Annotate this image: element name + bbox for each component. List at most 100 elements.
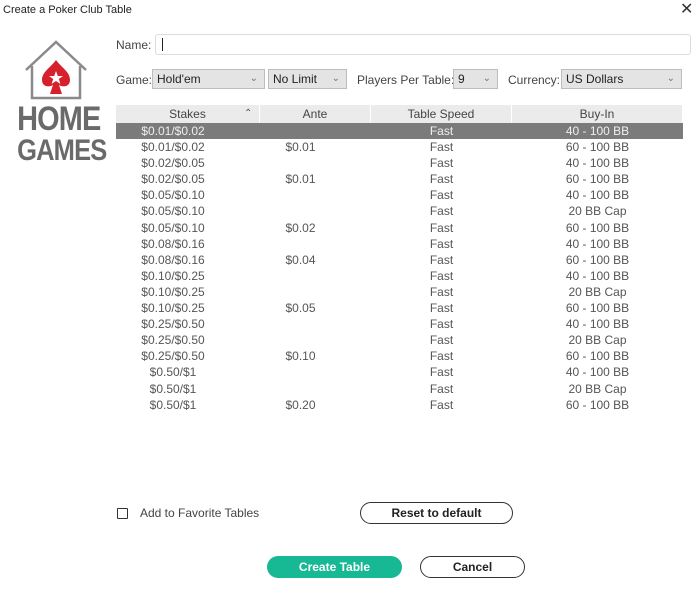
stakes-cell: $0.50/$1: [149, 365, 197, 380]
table-row[interactable]: $0.02/$0.05 Fast 40 - 100 BB: [116, 155, 683, 171]
ante-cell: $0.01: [285, 172, 316, 187]
ante-cell: [260, 268, 371, 284]
table-row[interactable]: $0.50/$1 $0.20 Fast 60 - 100 BB: [116, 397, 683, 413]
buy-in-cell: 40 - 100 BB: [565, 156, 630, 171]
stakes-cell: $0.25/$0.50: [141, 333, 205, 348]
buy-in-cell: 20 BB Cap: [568, 381, 627, 396]
limit-select[interactable]: No Limit ⌄: [268, 69, 347, 89]
table-speed-cell: Fast: [429, 284, 454, 299]
ante-cell: $0.01: [285, 140, 316, 155]
ante-cell: [260, 236, 371, 252]
buy-in-cell: 40 - 100 BB: [565, 188, 630, 203]
table-speed-cell: Fast: [429, 365, 454, 380]
ante-cell: [260, 155, 371, 171]
ante-cell: $0.20: [285, 397, 316, 412]
game-select[interactable]: Hold'em ⌄: [152, 69, 265, 89]
house-spade-icon: [25, 40, 87, 100]
stakes-cell: $0.02/$0.05: [141, 156, 205, 171]
table-row[interactable]: $0.01/$0.02 $0.01 Fast 60 - 100 BB: [116, 139, 683, 155]
buy-in-cell: 40 - 100 BB: [565, 124, 630, 138]
game-label: Game:: [116, 73, 153, 87]
reset-to-default-button[interactable]: Reset to default: [360, 502, 513, 524]
stakes-cell: $0.08/$0.16: [141, 236, 205, 251]
table-speed-cell: Fast: [429, 140, 454, 155]
table-speed-cell: Fast: [429, 333, 454, 348]
table-speed-cell: Fast: [429, 236, 454, 251]
ante-cell: $0.05: [285, 301, 316, 316]
ante-cell: [260, 316, 371, 332]
table-speed-cell: Fast: [429, 301, 454, 316]
ante-cell: [260, 381, 371, 397]
table-row[interactable]: $0.02/$0.05 $0.01 Fast 60 - 100 BB: [116, 171, 683, 187]
table-row[interactable]: $0.01/$0.02 Fast 40 - 100 BB: [116, 123, 683, 140]
sort-ascending-icon: ⌃: [244, 108, 253, 119]
ante-cell: [260, 364, 371, 380]
ante-cell: $0.10: [285, 349, 316, 364]
close-icon[interactable]: ✕: [680, 2, 693, 18]
table-row[interactable]: $0.50/$1 Fast 20 BB Cap: [116, 381, 683, 397]
buy-in-cell: 60 - 100 BB: [565, 140, 630, 155]
stakes-cell: $0.50/$1: [149, 381, 197, 396]
name-input[interactable]: [155, 34, 691, 55]
cancel-button[interactable]: Cancel: [420, 556, 525, 578]
table-row[interactable]: $0.05/$0.10 $0.02 Fast 60 - 100 BB: [116, 220, 683, 236]
column-header-ante[interactable]: Ante: [260, 105, 371, 123]
currency-select[interactable]: US Dollars ⌄: [561, 69, 682, 89]
column-header-label: Stakes: [169, 107, 206, 121]
table-row[interactable]: $0.10/$0.25 Fast 20 BB Cap: [116, 284, 683, 300]
table-row[interactable]: $0.25/$0.50 Fast 40 - 100 BB: [116, 316, 683, 332]
table-speed-cell: Fast: [429, 188, 454, 203]
table-row[interactable]: $0.08/$0.16 $0.04 Fast 60 - 100 BB: [116, 252, 683, 268]
ante-cell: [260, 123, 371, 139]
table-speed-cell: Fast: [429, 397, 454, 412]
buy-in-cell: 20 BB Cap: [568, 284, 627, 299]
logo-home-text: HOME: [17, 100, 101, 138]
buy-in-cell: 60 - 100 BB: [565, 220, 630, 235]
table-row[interactable]: $0.08/$0.16 Fast 40 - 100 BB: [116, 236, 683, 252]
column-header-stakes[interactable]: Stakes ⌃: [116, 105, 260, 123]
window-title: Create a Poker Club Table: [3, 4, 132, 16]
stakes-cell: $0.10/$0.25: [141, 268, 205, 283]
table-row[interactable]: $0.25/$0.50 Fast 20 BB Cap: [116, 332, 683, 348]
table-row[interactable]: $0.05/$0.10 Fast 40 - 100 BB: [116, 187, 683, 203]
buy-in-cell: 60 - 100 BB: [565, 172, 630, 187]
chevron-down-icon: ⌄: [666, 73, 675, 84]
limit-select-value: No Limit: [273, 72, 318, 86]
column-header-table-speed[interactable]: Table Speed: [371, 105, 512, 123]
table-row[interactable]: $0.10/$0.25 $0.05 Fast 60 - 100 BB: [116, 300, 683, 316]
table-row[interactable]: $0.05/$0.10 Fast 20 BB Cap: [116, 203, 683, 219]
buy-in-cell: 20 BB Cap: [568, 333, 627, 348]
favorite-checkbox-row[interactable]: Add to Favorite Tables: [117, 506, 259, 520]
favorite-label: Add to Favorite Tables: [140, 506, 260, 520]
buy-in-cell: 60 - 100 BB: [565, 349, 630, 364]
favorite-checkbox[interactable]: [117, 507, 128, 519]
stakes-cell: $0.05/$0.10: [141, 204, 205, 219]
players-select-value: 9: [458, 72, 465, 86]
players-select[interactable]: 9 ⌄: [453, 69, 498, 89]
buy-in-cell: 40 - 100 BB: [565, 365, 630, 380]
table-speed-cell: Fast: [429, 268, 454, 283]
table-row[interactable]: $0.50/$1 Fast 40 - 100 BB: [116, 364, 683, 380]
table-speed-cell: Fast: [429, 204, 454, 219]
home-games-logo: HOME GAMES: [10, 40, 107, 170]
table-speed-cell: Fast: [429, 124, 454, 138]
currency-select-value: US Dollars: [566, 72, 624, 86]
column-header-buy-in[interactable]: Buy-In: [512, 105, 683, 123]
stakes-table: Stakes ⌃ Ante Table Speed Buy-In $0.01/$…: [116, 105, 683, 413]
table-header: Stakes ⌃ Ante Table Speed Buy-In: [116, 105, 683, 123]
table-body: $0.01/$0.02 Fast 40 - 100 BB $0.01/$0.02 $0.…: [116, 123, 683, 413]
buy-in-cell: 20 BB Cap: [568, 204, 627, 219]
buy-in-cell: 60 - 100 BB: [565, 301, 630, 316]
stakes-cell: $0.05/$0.10: [141, 188, 205, 203]
table-speed-cell: Fast: [429, 381, 454, 396]
buy-in-cell: 40 - 100 BB: [565, 268, 630, 283]
logo-games-text: GAMES: [17, 134, 107, 167]
name-label: Name:: [116, 38, 152, 52]
create-table-button[interactable]: Create Table: [267, 556, 402, 578]
table-row[interactable]: $0.10/$0.25 Fast 40 - 100 BB: [116, 268, 683, 284]
buy-in-cell: 60 - 100 BB: [565, 397, 630, 412]
stakes-cell: $0.50/$1: [149, 397, 197, 412]
stakes-cell: $0.01/$0.02: [141, 124, 205, 138]
table-row[interactable]: $0.25/$0.50 $0.10 Fast 60 - 100 BB: [116, 348, 683, 364]
stakes-cell: $0.08/$0.16: [141, 252, 205, 267]
